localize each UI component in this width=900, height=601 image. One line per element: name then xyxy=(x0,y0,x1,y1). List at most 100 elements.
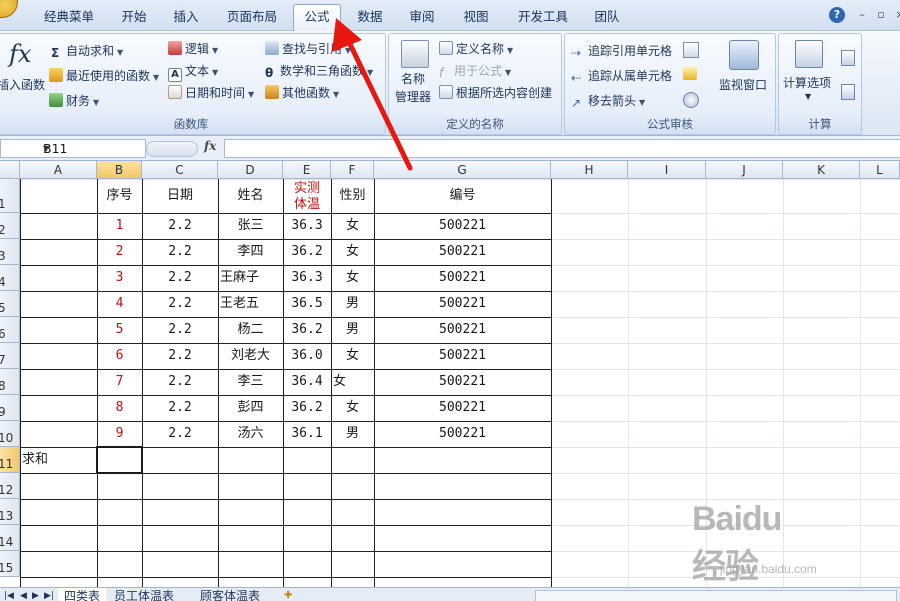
cell-seq[interactable]: 3 xyxy=(97,265,142,291)
cell-temp[interactable]: 36.0 xyxy=(283,343,331,369)
header-gender[interactable]: 性别 xyxy=(331,179,374,213)
cell-temp[interactable]: 36.3 xyxy=(283,265,331,291)
datetime-button[interactable]: 日期和时间 ▼ xyxy=(168,84,254,101)
tab-formulas[interactable]: 公式 xyxy=(293,4,341,31)
cell-name[interactable]: 张三 xyxy=(218,213,283,239)
name-manager-label-1[interactable]: 名称 xyxy=(401,70,425,87)
cell-code[interactable]: 500221 xyxy=(374,395,551,421)
minimize-icon[interactable]: – xyxy=(855,8,869,22)
calculation-options-button[interactable]: 计算选项 xyxy=(783,74,831,91)
office-button[interactable] xyxy=(0,0,18,18)
cell-code[interactable]: 500221 xyxy=(374,265,551,291)
error-checking-icon[interactable] xyxy=(683,66,697,80)
cell-code[interactable]: 500221 xyxy=(374,343,551,369)
header-date[interactable]: 日期 xyxy=(142,179,218,213)
financial-button[interactable]: 财务 ▼ xyxy=(49,92,99,109)
cell-code[interactable]: 500221 xyxy=(374,213,551,239)
cell-gender[interactable]: 女 xyxy=(331,265,374,291)
tab-team[interactable]: 团队 xyxy=(585,6,629,28)
cell-seq[interactable]: 4 xyxy=(97,291,142,317)
cell-gender[interactable]: 女 xyxy=(331,343,374,369)
tab-insert[interactable]: 插入 xyxy=(164,6,208,28)
name-box-dropdown-icon[interactable]: ▼ xyxy=(43,140,143,157)
tab-developer[interactable]: 开发工具 xyxy=(510,6,576,28)
row-header-8[interactable]: 8 xyxy=(0,369,20,395)
cell-temp[interactable]: 36.2 xyxy=(283,239,331,265)
calculate-sheet-icon[interactable] xyxy=(841,84,855,100)
cell-code[interactable]: 500221 xyxy=(374,239,551,265)
cell-gender[interactable]: 女 xyxy=(331,239,374,265)
cell-sum-label[interactable]: 求和 xyxy=(20,447,97,473)
cell-gender[interactable]: 女 xyxy=(331,213,374,239)
cell-code[interactable]: 500221 xyxy=(374,369,551,395)
row-header-1[interactable]: 1 xyxy=(0,179,20,213)
row-header-7[interactable]: 7 xyxy=(0,343,20,369)
evaluate-formula-icon[interactable] xyxy=(683,92,699,108)
row-header-3[interactable]: 3 xyxy=(0,239,20,265)
lookup-reference-button[interactable]: 查找与引用 ▼ xyxy=(265,40,351,57)
row-header-12[interactable]: 12 xyxy=(0,473,20,499)
tab-view[interactable]: 视图 xyxy=(456,6,496,28)
active-cell-b11[interactable] xyxy=(96,446,143,474)
cell-gender[interactable]: 男 xyxy=(331,317,374,343)
cell-name[interactable]: 彭四 xyxy=(218,395,283,421)
sheet-tab-3[interactable]: 顾客体温表 xyxy=(200,588,260,601)
cell-temp[interactable]: 36.3 xyxy=(283,213,331,239)
help-icon[interactable]: ? xyxy=(829,7,845,23)
cell-gender[interactable]: 女 xyxy=(331,369,374,395)
cell-seq[interactable]: 7 xyxy=(97,369,142,395)
cell-temp[interactable]: 36.4 xyxy=(283,369,331,395)
trace-dependents-button[interactable]: ⇠ 追踪从属单元格 xyxy=(571,67,672,85)
recent-functions-button[interactable]: 最近使用的函数 ▼ xyxy=(49,67,159,84)
tab-classic-menu[interactable]: 经典菜单 xyxy=(36,6,102,28)
insert-sheet-icon[interactable]: ✚ xyxy=(284,588,292,601)
cell-code[interactable]: 500221 xyxy=(374,421,551,447)
row-header-11[interactable]: 11 xyxy=(0,447,20,473)
sheet-tab-2[interactable]: 员工体温表 xyxy=(114,588,174,601)
name-manager-icon[interactable] xyxy=(401,40,429,68)
math-trig-button[interactable]: θ 数学和三角函数 ▼ xyxy=(265,62,373,80)
calculate-now-icon[interactable] xyxy=(841,50,855,66)
cell-date[interactable]: 2.2 xyxy=(142,239,218,265)
cell-code[interactable]: 500221 xyxy=(374,317,551,343)
row-header-14[interactable]: 14 xyxy=(0,525,20,551)
tab-review[interactable]: 审阅 xyxy=(402,6,442,28)
cell-date[interactable]: 2.2 xyxy=(142,291,218,317)
name-manager-label-2[interactable]: 管理器 xyxy=(395,88,431,105)
row-header-2[interactable]: 2 xyxy=(0,213,20,239)
watch-window-button[interactable]: 监视窗口 xyxy=(719,76,767,93)
sheet-nav-prev-icon[interactable]: ◀ xyxy=(20,588,27,601)
cell-date[interactable]: 2.2 xyxy=(142,421,218,447)
cell-gender[interactable]: 男 xyxy=(331,291,374,317)
cell-name[interactable]: 杨二 xyxy=(218,317,283,343)
sheet-nav-next-icon[interactable]: ▶ xyxy=(32,588,39,601)
restore-icon[interactable]: ▫ xyxy=(874,8,888,22)
text-button[interactable]: A 文本 ▼ xyxy=(168,62,218,82)
close-icon[interactable]: × xyxy=(893,8,900,22)
cell-temp[interactable]: 36.2 xyxy=(283,395,331,421)
tab-data[interactable]: 数据 xyxy=(350,6,390,28)
remove-arrows-button[interactable]: ↗ 移去箭头 ▼ xyxy=(571,92,645,110)
cell-name[interactable]: 李四 xyxy=(218,239,283,265)
row-header-5[interactable]: 5 xyxy=(0,291,20,317)
row-header-13[interactable]: 13 xyxy=(0,499,20,525)
insert-function-fx-icon[interactable]: fx xyxy=(204,139,216,153)
cell-name[interactable]: 汤六 xyxy=(218,421,283,447)
cell-code[interactable]: 500221 xyxy=(374,291,551,317)
cell-seq[interactable]: 5 xyxy=(97,317,142,343)
calc-options-dropdown-icon[interactable]: ▼ xyxy=(805,92,811,101)
row-header-15[interactable]: 15 xyxy=(0,551,20,577)
trace-precedents-button[interactable]: ⇢ 追踪引用单元格 xyxy=(571,42,672,60)
cell-date[interactable]: 2.2 xyxy=(142,369,218,395)
calculator-icon[interactable] xyxy=(795,40,823,68)
cell-name[interactable]: 王老五 xyxy=(218,291,283,317)
more-functions-button[interactable]: 其他函数 ▼ xyxy=(265,84,339,101)
sheet-tab-1[interactable]: 四类表 xyxy=(58,588,107,601)
header-seq[interactable]: 序号 xyxy=(97,179,142,213)
cell-temp[interactable]: 36.1 xyxy=(283,421,331,447)
cell-temp[interactable]: 36.5 xyxy=(283,291,331,317)
cell-gender[interactable]: 男 xyxy=(331,421,374,447)
tab-home[interactable]: 开始 xyxy=(112,6,156,28)
watch-window-icon[interactable] xyxy=(729,40,759,70)
row-header-6[interactable]: 6 xyxy=(0,317,20,343)
